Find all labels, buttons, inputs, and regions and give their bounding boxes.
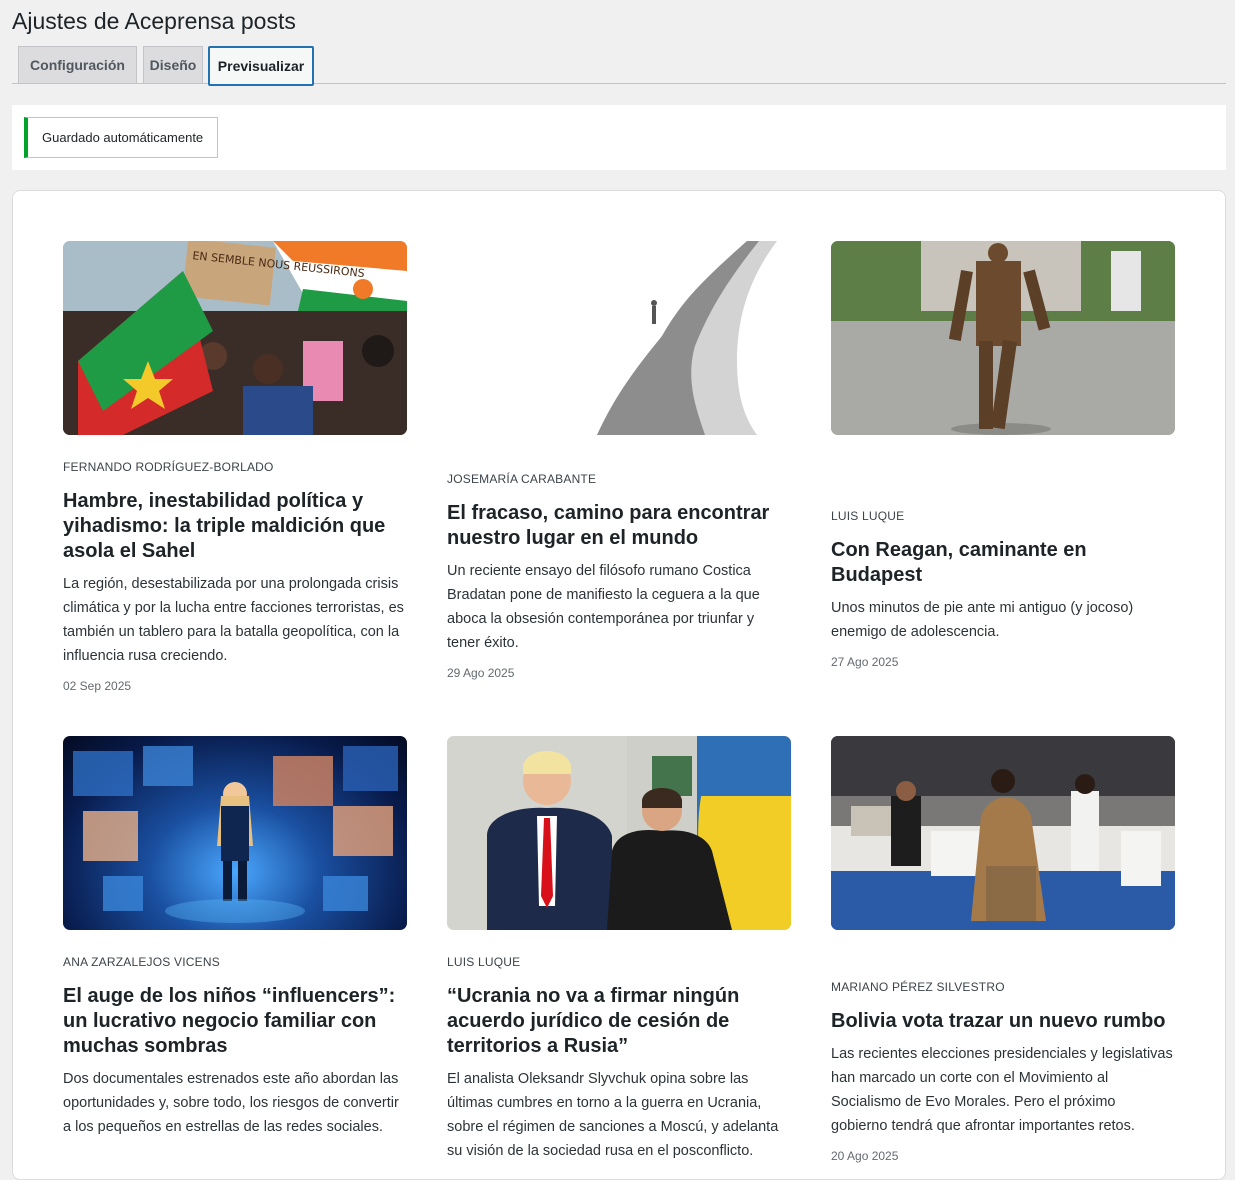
post-author: LUIS LUQUE [831, 509, 905, 523]
post-card[interactable]: ANA ZARZALEJOS VICENS El auge de los niñ… [63, 736, 407, 1135]
protest-photo: EN SEMBLE NOUS REUSSIRONS [63, 241, 407, 435]
tab-configuracion[interactable]: Configuración [18, 46, 137, 83]
post-title[interactable]: El auge de los niños “influencers”: un l… [63, 984, 407, 1059]
post-image[interactable] [447, 736, 791, 930]
post-image[interactable] [447, 241, 791, 435]
settings-tabs: Configuración Diseño Previsualizar [12, 46, 1226, 86]
post-image[interactable] [831, 241, 1175, 435]
post-author: FERNANDO RODRÍGUEZ-BORLADO [63, 460, 274, 474]
notice-area: Guardado automáticamente [12, 105, 1226, 170]
post-date: 20 Ago 2025 [831, 1149, 899, 1163]
post-image[interactable]: EN SEMBLE NOUS REUSSIRONS [63, 241, 407, 435]
post-excerpt: Dos documentales estrenados este año abo… [63, 1071, 399, 1135]
statue-photo [831, 241, 1175, 435]
post-title[interactable]: “Ucrania no va a firmar ningún acuerdo j… [447, 984, 791, 1059]
post-author: MARIANO PÉREZ SILVESTRO [831, 980, 1005, 994]
autosave-notice: Guardado automáticamente [24, 117, 218, 158]
post-title[interactable]: Bolivia vota trazar un nuevo rumbo [831, 1009, 1175, 1034]
influencer-screens-illustration [73, 746, 398, 923]
post-excerpt: Un reciente ensayo del filósofo rumano C… [447, 563, 760, 651]
post-excerpt: El analista Oleksandr Slyvchuk opina sob… [447, 1071, 779, 1159]
post-date: 27 Ago 2025 [831, 655, 899, 669]
post-image[interactable] [831, 736, 1175, 930]
post-card[interactable]: LUIS LUQUE Con Reagan, caminante en Buda… [831, 241, 1175, 669]
post-author: LUIS LUQUE [447, 955, 521, 969]
post-author: ANA ZARZALEJOS VICENS [63, 955, 220, 969]
post-card[interactable]: LUIS LUQUE “Ucrania no va a firmar ningú… [447, 736, 791, 1159]
post-card[interactable]: JOSEMARÍA CARABANTE El fracaso, camino p… [447, 241, 791, 680]
tab-diseno[interactable]: Diseño [143, 46, 203, 83]
posts-preview: EN SEMBLE NOUS REUSSIRONS FERNANDO RODRÍ… [12, 190, 1226, 1180]
page-title: Ajustes de Aceprensa posts [12, 8, 296, 34]
post-excerpt: Unos minutos de pie ante mi antiguo (y j… [831, 600, 1134, 640]
voting-photo [831, 736, 1175, 930]
post-date: 29 Ago 2025 [447, 666, 515, 680]
post-date: 02 Sep 2025 [63, 679, 132, 693]
post-card[interactable]: EN SEMBLE NOUS REUSSIRONS FERNANDO RODRÍ… [63, 241, 407, 693]
wall-illustration [447, 241, 791, 435]
post-title[interactable]: Con Reagan, caminante en Budapest [831, 538, 1175, 588]
post-title[interactable]: Hambre, inestabilidad política y yihadis… [63, 489, 407, 564]
post-card[interactable]: MARIANO PÉREZ SILVESTRO Bolivia vota tra… [831, 736, 1175, 1163]
post-excerpt: Las recientes elecciones presidenciales … [831, 1046, 1173, 1134]
post-title[interactable]: El fracaso, camino para encontrar nuestr… [447, 501, 791, 551]
post-author: JOSEMARÍA CARABANTE [447, 472, 597, 486]
leaders-photo [447, 736, 791, 930]
tab-previsualizar[interactable]: Previsualizar [208, 46, 314, 86]
post-image[interactable] [63, 736, 407, 930]
post-excerpt: La región, desestabilizada por una prolo… [63, 576, 404, 664]
